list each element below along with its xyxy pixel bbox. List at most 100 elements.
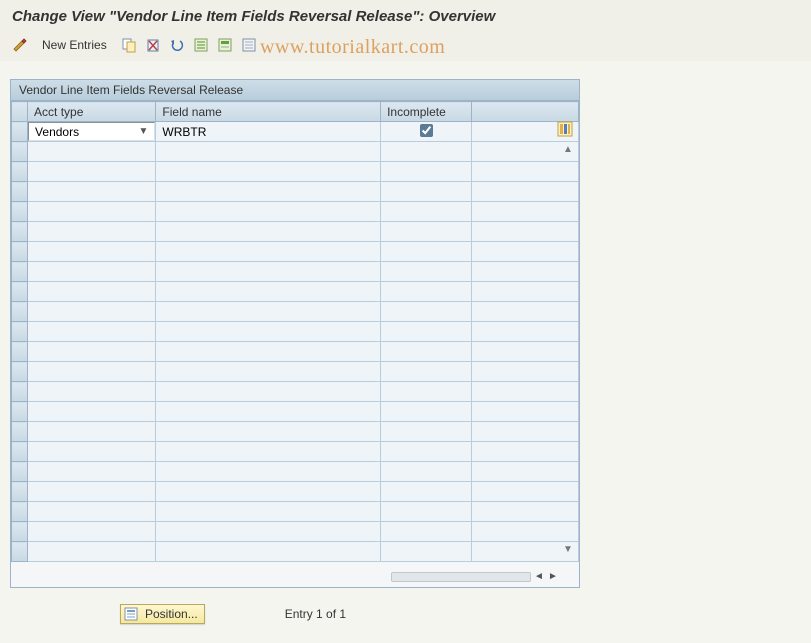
row-selector[interactable] — [12, 322, 28, 342]
field-name-cell[interactable] — [156, 422, 381, 442]
incomplete-cell[interactable] — [381, 162, 472, 182]
acct-type-cell[interactable]: Vendors▼ — [28, 122, 156, 142]
field-name-cell[interactable] — [156, 362, 381, 382]
select-block-icon[interactable] — [215, 35, 235, 55]
incomplete-cell[interactable] — [381, 462, 472, 482]
select-all-icon[interactable] — [191, 35, 211, 55]
row-selector[interactable] — [12, 522, 28, 542]
row-selector[interactable] — [12, 302, 28, 322]
field-name-cell[interactable]: WRBTR — [156, 122, 381, 142]
deselect-all-icon[interactable] — [239, 35, 259, 55]
incomplete-cell[interactable] — [381, 542, 472, 562]
field-name-cell[interactable] — [156, 382, 381, 402]
field-name-cell[interactable] — [156, 442, 381, 462]
row-selector[interactable] — [12, 422, 28, 442]
field-name-cell[interactable] — [156, 202, 381, 222]
acct-type-cell[interactable] — [28, 522, 156, 542]
incomplete-cell[interactable] — [381, 262, 472, 282]
copy-as-icon[interactable] — [119, 35, 139, 55]
acct-type-cell[interactable] — [28, 402, 156, 422]
incomplete-cell[interactable] — [381, 282, 472, 302]
row-selector[interactable] — [12, 382, 28, 402]
scroll-up-icon[interactable]: ▲ — [561, 143, 575, 157]
toggle-change-icon[interactable] — [10, 35, 30, 55]
acct-type-cell[interactable] — [28, 382, 156, 402]
field-name-cell[interactable] — [156, 342, 381, 362]
acct-type-cell[interactable] — [28, 482, 156, 502]
row-selector[interactable] — [12, 282, 28, 302]
incomplete-cell[interactable] — [381, 342, 472, 362]
field-name-cell[interactable] — [156, 542, 381, 562]
field-name-cell[interactable] — [156, 282, 381, 302]
row-selector[interactable] — [12, 362, 28, 382]
row-selector[interactable] — [12, 542, 28, 562]
new-entries-button[interactable]: New Entries — [34, 36, 115, 54]
incomplete-cell[interactable] — [381, 442, 472, 462]
acct-type-cell[interactable] — [28, 322, 156, 342]
position-button[interactable]: Position... — [120, 604, 205, 624]
scroll-right-icon[interactable]: ► — [547, 571, 559, 583]
scroll-left-icon[interactable]: ◄ — [533, 571, 545, 583]
incomplete-cell[interactable] — [381, 242, 472, 262]
table-settings-icon[interactable] — [557, 121, 575, 139]
incomplete-cell[interactable] — [381, 322, 472, 342]
acct-type-cell[interactable] — [28, 502, 156, 522]
acct-type-cell[interactable] — [28, 202, 156, 222]
row-selector[interactable] — [12, 442, 28, 462]
scroll-down-icon[interactable]: ▼ — [561, 543, 575, 557]
acct-type-cell[interactable] — [28, 462, 156, 482]
incomplete-cell[interactable] — [381, 402, 472, 422]
incomplete-cell[interactable] — [381, 222, 472, 242]
incomplete-cell[interactable] — [381, 142, 472, 162]
field-name-cell[interactable] — [156, 302, 381, 322]
field-name-cell[interactable] — [156, 402, 381, 422]
row-selector[interactable] — [12, 202, 28, 222]
acct-type-cell[interactable] — [28, 442, 156, 462]
acct-type-cell[interactable] — [28, 342, 156, 362]
vertical-scrollbar[interactable]: ▲ ▼ — [561, 143, 575, 557]
row-selector[interactable] — [12, 142, 28, 162]
incomplete-cell[interactable] — [381, 382, 472, 402]
acct-type-cell[interactable] — [28, 362, 156, 382]
col-header-acct-type[interactable]: Acct type — [28, 102, 156, 122]
incomplete-cell[interactable] — [381, 502, 472, 522]
incomplete-cell[interactable] — [381, 202, 472, 222]
row-selector[interactable] — [12, 222, 28, 242]
acct-type-cell[interactable] — [28, 422, 156, 442]
field-name-cell[interactable] — [156, 162, 381, 182]
incomplete-cell[interactable] — [381, 122, 472, 142]
field-name-cell[interactable] — [156, 182, 381, 202]
field-name-cell[interactable] — [156, 522, 381, 542]
incomplete-cell[interactable] — [381, 182, 472, 202]
field-name-cell[interactable] — [156, 262, 381, 282]
acct-type-cell[interactable] — [28, 182, 156, 202]
row-selector[interactable] — [12, 402, 28, 422]
incomplete-cell[interactable] — [381, 422, 472, 442]
incomplete-cell[interactable] — [381, 302, 472, 322]
field-name-cell[interactable] — [156, 322, 381, 342]
row-selector[interactable] — [12, 482, 28, 502]
acct-type-cell[interactable] — [28, 142, 156, 162]
col-header-field-name[interactable]: Field name — [156, 102, 381, 122]
field-name-cell[interactable] — [156, 242, 381, 262]
col-header-incomplete[interactable]: Incomplete — [381, 102, 472, 122]
field-name-cell[interactable] — [156, 482, 381, 502]
acct-type-cell[interactable] — [28, 302, 156, 322]
field-name-cell[interactable] — [156, 142, 381, 162]
incomplete-cell[interactable] — [381, 362, 472, 382]
row-selector[interactable] — [12, 122, 28, 142]
incomplete-cell[interactable] — [381, 522, 472, 542]
hscroll-track[interactable] — [391, 572, 531, 582]
field-name-cell[interactable] — [156, 222, 381, 242]
field-name-cell[interactable] — [156, 502, 381, 522]
delete-icon[interactable] — [143, 35, 163, 55]
acct-type-cell[interactable] — [28, 242, 156, 262]
dropdown-icon[interactable]: ▼ — [139, 126, 149, 137]
row-selector[interactable] — [12, 502, 28, 522]
undo-icon[interactable] — [167, 35, 187, 55]
row-selector[interactable] — [12, 162, 28, 182]
row-selector[interactable] — [12, 262, 28, 282]
acct-type-cell[interactable] — [28, 162, 156, 182]
horizontal-scrollbar[interactable]: ◄ ► — [391, 571, 559, 583]
field-name-cell[interactable] — [156, 462, 381, 482]
